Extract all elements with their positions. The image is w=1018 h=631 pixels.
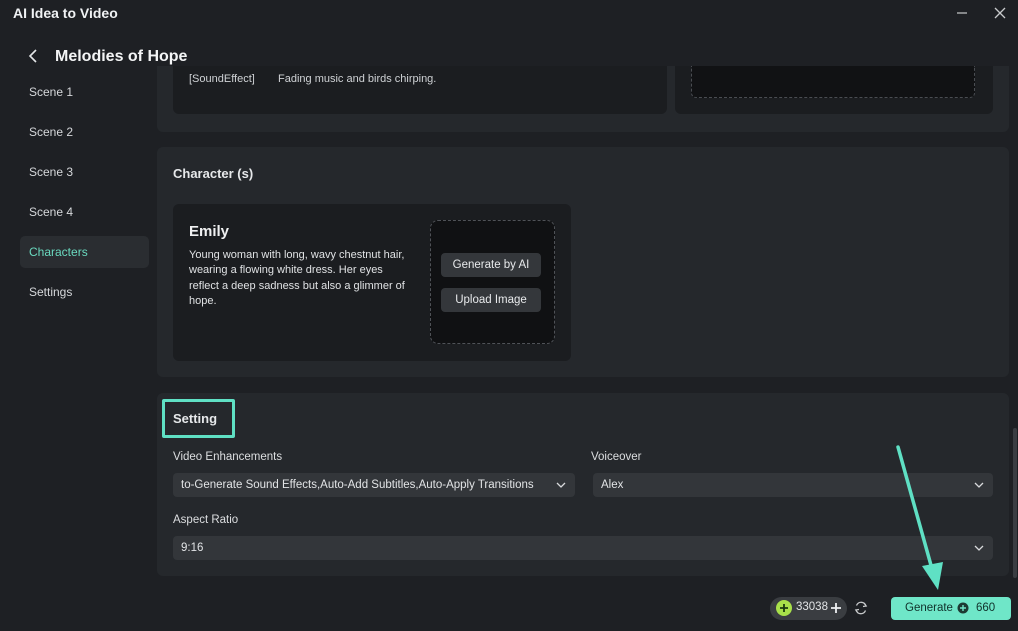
upload-image-button[interactable]: Upload Image <box>441 288 541 312</box>
sidebar: Scene 1 Scene 2 Scene 3 Scene 4 Characte… <box>20 76 149 316</box>
aspect-ratio-value: 9:16 <box>181 542 204 554</box>
close-icon <box>994 7 1006 19</box>
character-description: Young woman with long, wavy chestnut hai… <box>189 249 405 308</box>
aspect-ratio-label: Aspect Ratio <box>173 514 239 526</box>
app-title: AI Idea to Video <box>13 5 118 21</box>
character-name: Emily <box>189 223 230 240</box>
credits-count: 33038 <box>796 601 828 613</box>
setting-section: Setting Video Enhancements to-Generate S… <box>157 393 1009 576</box>
scene-script-box: [SoundEffect] Fading music and birds chi… <box>173 66 667 114</box>
sound-effect-text: Fading music and birds chirping. <box>278 73 437 85</box>
minimize-icon <box>957 12 967 14</box>
sidebar-item-scene-1[interactable]: Scene 1 <box>20 76 149 108</box>
refresh-icon[interactable] <box>853 600 869 616</box>
sidebar-item-characters[interactable]: Characters <box>20 236 149 268</box>
sidebar-item-scene-2[interactable]: Scene 2 <box>20 116 149 148</box>
generate-button[interactable]: Generate 660 <box>891 597 1011 620</box>
setting-title: Setting <box>173 411 218 426</box>
minimize-button[interactable] <box>943 0 981 26</box>
back-arrow-icon[interactable] <box>26 48 42 64</box>
characters-title: Character (s) <box>173 166 254 181</box>
sound-effect-tag: [SoundEffect] <box>189 73 255 85</box>
close-button[interactable] <box>981 0 1018 26</box>
aspect-ratio-select[interactable]: 9:16 <box>173 536 993 560</box>
credit-coin-icon <box>957 602 969 614</box>
scene-card: [SoundEffect] Fading music and birds chi… <box>157 66 1009 132</box>
voiceover-value: Alex <box>601 479 624 491</box>
page-title: Melodies of Hope <box>55 48 188 65</box>
scrollbar[interactable] <box>1013 428 1017 578</box>
characters-section: Character (s) Emily Young woman with lon… <box>157 147 1009 377</box>
video-enhancements-value: to-Generate Sound Effects,Auto-Add Subti… <box>181 479 534 491</box>
character-card: Emily Young woman with long, wavy chestn… <box>173 204 571 361</box>
chevron-down-icon <box>974 482 984 488</box>
voiceover-select[interactable]: Alex <box>593 473 993 497</box>
video-enhancements-label: Video Enhancements <box>173 451 283 463</box>
sidebar-item-scene-3[interactable]: Scene 3 <box>20 156 149 188</box>
plus-icon[interactable] <box>829 601 843 615</box>
generate-by-ai-button[interactable]: Generate by AI <box>441 253 541 277</box>
sidebar-item-settings[interactable]: Settings <box>20 276 149 308</box>
generate-cost: 660 <box>976 602 996 614</box>
video-enhancements-select[interactable]: to-Generate Sound Effects,Auto-Add Subti… <box>173 473 575 497</box>
scene-image-box <box>675 66 993 114</box>
credit-coin-icon <box>776 600 792 616</box>
chevron-down-icon <box>974 545 984 551</box>
character-image-dropzone: Generate by AI Upload Image <box>430 220 555 344</box>
voiceover-label: Voiceover <box>591 451 642 463</box>
title-bar: AI Idea to Video <box>0 0 1018 28</box>
generate-label: Generate <box>905 602 953 614</box>
sidebar-item-scene-4[interactable]: Scene 4 <box>20 196 149 228</box>
credits-badge: 33038 <box>770 597 847 620</box>
chevron-down-icon <box>556 482 566 488</box>
scene-image-placeholder[interactable] <box>691 66 975 98</box>
